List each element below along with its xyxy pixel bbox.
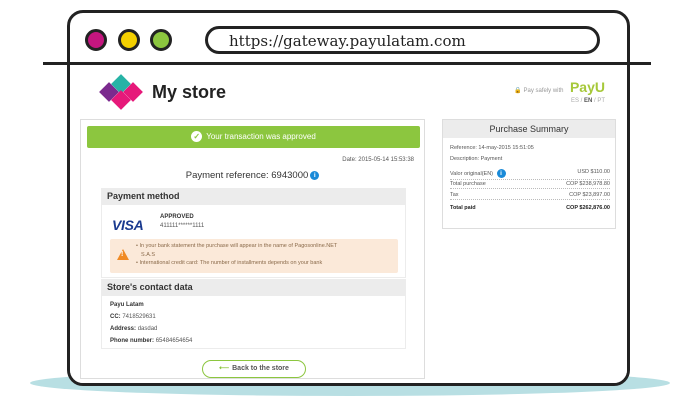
summary-row-total-paid: Total paid COP $262,876.00 (450, 205, 610, 211)
lang-es-link[interactable]: ES (571, 98, 579, 104)
payment-method-body: VISA APPROVED 411111******1111 ! • In yo… (101, 204, 406, 278)
info-icon[interactable]: i (496, 169, 506, 178)
summary-reference: Reference: 14-may-2015 15:51:05 (450, 145, 534, 151)
summary-description: Description: Payment (450, 156, 503, 162)
payment-method-header: Payment method (101, 188, 406, 204)
summary-row-original: Valor original(EN) i USD $110.00 (450, 169, 610, 180)
window-divider (43, 62, 651, 65)
address-bar-url: https://gateway.payulatam.com (229, 32, 466, 50)
purchase-summary-title: Purchase Summary (443, 120, 615, 138)
contact-body: Payu Latam CC: 7418529631 Address: dasda… (101, 295, 406, 349)
warning-icon: ! (117, 249, 129, 260)
arrow-left-icon: ⟵ (219, 365, 230, 372)
notice-list: • In your bank statement the purchase wi… (136, 242, 337, 268)
pay-safely-text: 🔒 Pay safely with (514, 88, 564, 94)
contact-address: Address: dasdad (110, 326, 158, 332)
payu-logo: PayU (569, 79, 605, 95)
language-selector: ES / EN / PT (514, 98, 605, 104)
summary-row-total-purchase: Total purchase COP $238,978.80 (450, 181, 610, 189)
approved-banner: ✓ Your transaction was approved (87, 126, 420, 148)
bank-notice-box: ! • In your bank statement the purchase … (110, 239, 398, 273)
info-icon[interactable]: i (310, 170, 320, 180)
lang-separator: / (580, 98, 583, 104)
contact-cc: CC: 7418529631 (110, 314, 156, 320)
minimize-window-button[interactable] (118, 29, 140, 51)
transaction-date: Date: 2015-05-14 15:53:38 (342, 157, 414, 163)
address-bar[interactable]: https://gateway.payulatam.com (205, 26, 600, 54)
notice-item: • International credit card: The number … (136, 260, 323, 266)
browser-window: https://gateway.payulatam.com My store 🔒… (67, 10, 630, 386)
back-to-store-label: Back to the store (232, 365, 289, 372)
notice-item-continued: S.A.S (141, 251, 156, 258)
contact-name: Payu Latam (110, 302, 144, 308)
close-window-button[interactable] (85, 29, 107, 51)
summary-row-tax: Tax COP $23,897.00 (450, 192, 610, 200)
card-number: 411111******1111 (160, 223, 205, 229)
payment-reference-line: Payment reference: 6943000 i (81, 170, 424, 181)
payment-reference: Payment reference: 6943000 (185, 170, 309, 181)
store-logo (99, 74, 144, 110)
page-content: My store 🔒 Pay safely with PayU ES / EN … (70, 67, 627, 383)
visa-logo: VISA (112, 217, 144, 233)
purchase-summary-panel: Purchase Summary Reference: 14-may-2015 … (442, 119, 616, 229)
lang-pt-link[interactable]: PT (597, 98, 605, 104)
lang-separator: / (593, 98, 596, 104)
check-circle-icon: ✓ (191, 131, 203, 143)
payu-branding: 🔒 Pay safely with PayU ES / EN / PT (514, 79, 605, 104)
store-name: My store (152, 82, 227, 102)
maximize-window-button[interactable] (150, 29, 172, 51)
approved-message: Your transaction was approved (206, 132, 316, 141)
back-to-store-button[interactable]: ⟵ Back to the store (202, 360, 306, 378)
contact-phone: Phone number: 65484654654 (110, 338, 193, 344)
notice-item: • In your bank statement the purchase wi… (136, 243, 338, 249)
browser-titlebar: https://gateway.payulatam.com (70, 13, 627, 67)
contact-header: Store's contact data (101, 279, 406, 295)
card-status: APPROVED (160, 214, 194, 220)
lang-en-link[interactable]: EN (584, 98, 592, 104)
transaction-panel: ✓ Your transaction was approved Date: 201… (80, 119, 425, 379)
